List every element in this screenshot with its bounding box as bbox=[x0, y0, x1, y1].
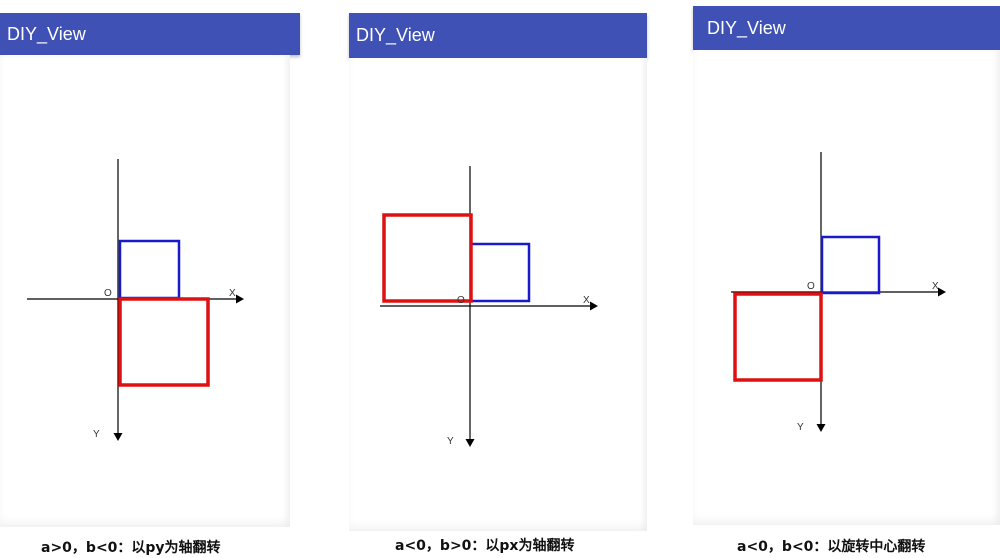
caption-3: a<0，b<0：以旋转中心翻转 bbox=[737, 539, 926, 555]
y-axis-label: Y bbox=[93, 429, 100, 440]
y-axis-label: Y bbox=[447, 436, 454, 447]
original-rect bbox=[469, 242, 531, 303]
x-axis-label: X bbox=[932, 281, 939, 292]
x-axis-arrow bbox=[590, 301, 598, 311]
phone-screen-2: DIY_View O X Y bbox=[349, 13, 647, 531]
x-axis-label: X bbox=[229, 288, 236, 299]
y-axis-label: Y bbox=[797, 422, 804, 433]
y-axis-arrow bbox=[816, 424, 826, 432]
transform-canvas: O X Y bbox=[731, 152, 946, 433]
caption-2: a<0，b>0：以px为轴翻转 bbox=[395, 538, 575, 554]
phone-screen-1: DIY_View O X Y bbox=[0, 13, 300, 527]
transformed-rect bbox=[382, 213, 473, 303]
caption-1: a>0，b<0：以py为轴翻转 bbox=[41, 540, 221, 556]
transform-canvas: O X Y bbox=[380, 166, 598, 447]
x-axis-arrow bbox=[938, 287, 946, 297]
transform-canvas: O X Y bbox=[27, 159, 244, 441]
original-rect bbox=[820, 235, 881, 295]
phone-screen-3: DIY_View O X Y bbox=[693, 6, 1000, 525]
transformed-rect bbox=[118, 297, 210, 387]
original-rect bbox=[118, 239, 181, 300]
y-axis-arrow bbox=[465, 439, 475, 447]
origin-label: O bbox=[104, 288, 112, 299]
y-axis-arrow bbox=[113, 433, 123, 441]
transformed-rect bbox=[733, 292, 823, 382]
origin-label: O bbox=[457, 295, 465, 306]
origin-label: O bbox=[807, 281, 815, 292]
x-axis-arrow bbox=[236, 294, 244, 304]
x-axis-label: X bbox=[583, 295, 590, 306]
